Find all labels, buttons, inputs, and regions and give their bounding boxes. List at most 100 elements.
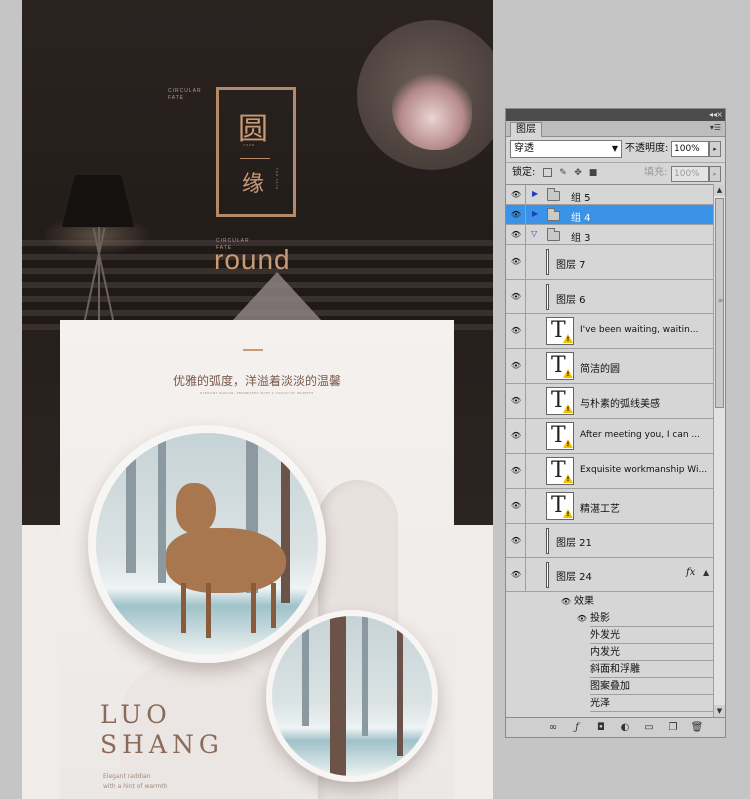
panel-menu-icon[interactable]: ▾☰: [710, 123, 721, 132]
visibility-eye-icon[interactable]: 👁: [509, 359, 523, 373]
new-group-icon[interactable]: ▭: [642, 721, 656, 735]
layer-row-text[interactable]: 👁 T! 简洁的圆: [506, 349, 713, 384]
layer-name: 图层 21: [556, 538, 592, 549]
layer-name: 组 3: [571, 233, 591, 244]
visibility-eye-icon[interactable]: 👁: [509, 568, 523, 582]
fx-icon[interactable]: fx: [686, 567, 695, 578]
blend-mode-select[interactable]: 穿透 ▼: [510, 140, 622, 158]
layer-row-layer-24[interactable]: 👁 图层 24 fx ▲: [506, 558, 713, 592]
visibility-eye-icon[interactable]: 👁: [509, 228, 523, 242]
fill-label: 填充:: [644, 167, 668, 178]
visibility-eye-icon[interactable]: 👁: [509, 429, 523, 443]
deer-plate-large: [88, 425, 326, 663]
eye-divider: [525, 454, 526, 488]
effect-row-outer-glow[interactable]: 外发光: [506, 627, 713, 644]
effects-toggle-icon[interactable]: ▲: [703, 568, 709, 577]
effect-row-satin[interactable]: 光泽: [506, 695, 713, 712]
deer-leg: [206, 583, 211, 638]
visibility-eye-icon[interactable]: 👁: [509, 534, 523, 548]
add-style-icon[interactable]: ƒ: [570, 721, 584, 735]
lock-transparency-icon[interactable]: [543, 168, 552, 177]
effect-row-drop-shadow[interactable]: 👁 投影: [506, 610, 713, 627]
brand-sub-2: with a hint of warmth: [103, 783, 168, 790]
layer-row-text[interactable]: 👁 T! I've been waiting, waitin...: [506, 314, 713, 349]
tree: [158, 433, 166, 583]
text-layer-thumbnail: T!: [546, 457, 574, 485]
deer-leg: [181, 583, 186, 633]
tag-tiny-right: THE FATE: [275, 168, 279, 191]
visibility-eye-icon[interactable]: 👁: [509, 255, 523, 269]
opacity-label: 不透明度:: [625, 143, 669, 154]
effect-eye-icon[interactable]: 👁: [576, 610, 588, 627]
effects-header-row[interactable]: 👁 效果: [506, 593, 713, 610]
layer-row-layer-21[interactable]: 👁 图层 21: [506, 524, 713, 558]
layer-name: After meeting you, I can ...: [580, 430, 701, 440]
text-layer-thumbnail: T!: [546, 352, 574, 380]
delete-layer-icon[interactable]: 🗑: [690, 721, 704, 735]
brand-line-2: SHANG: [100, 730, 224, 759]
scroll-thumb[interactable]: ≡: [715, 198, 724, 408]
layer-thumbnail: [546, 284, 549, 310]
scroll-up-icon[interactable]: ▲: [714, 184, 725, 196]
visibility-eye-icon[interactable]: 👁: [509, 464, 523, 478]
layer-row-group-4[interactable]: 👁 ▶ 组 4: [506, 205, 713, 225]
plate-artwork: [272, 616, 432, 776]
layer-row-text[interactable]: 👁 T! Exquisite workmanship Wi...: [506, 454, 713, 489]
collapse-triangle-icon[interactable]: ▽: [531, 229, 537, 238]
lock-label: 锁定:: [512, 167, 536, 178]
new-layer-icon[interactable]: ❐: [666, 721, 680, 735]
eye-divider: [525, 349, 526, 383]
text-layer-thumbnail: T!: [546, 492, 574, 520]
layer-row-text[interactable]: 👁 T! After meeting you, I can ...: [506, 419, 713, 454]
folder-icon: [547, 188, 560, 201]
link-layers-icon[interactable]: ∞: [546, 721, 560, 735]
tab-layers[interactable]: 图层: [510, 122, 542, 137]
layer-row-group-3[interactable]: 👁 ▽ 组 3: [506, 225, 713, 245]
visibility-eye-icon[interactable]: 👁: [509, 290, 523, 304]
layer-row-group-5[interactable]: 👁 ▶ 组 5: [506, 185, 713, 205]
eye-divider: [525, 185, 526, 204]
eye-divider: [525, 558, 526, 591]
layer-name: 图层 7: [556, 260, 586, 271]
close-icon[interactable]: ×: [716, 109, 723, 121]
expand-triangle-icon[interactable]: ▶: [532, 209, 538, 218]
grip-icon: ≡: [718, 297, 724, 304]
product-section: 优雅的弧度，洋溢着淡淡的温馨 ELEGANT RADIAN, PERMEATES…: [60, 320, 454, 799]
scroll-down-icon[interactable]: ▼: [714, 705, 725, 717]
layer-name: 精湛工艺: [580, 504, 620, 515]
visibility-eye-icon[interactable]: 👁: [509, 208, 523, 222]
effect-row-bevel-emboss[interactable]: 斜面和浮雕: [506, 661, 713, 678]
visibility-eye-icon[interactable]: 👁: [509, 394, 523, 408]
layer-row-text[interactable]: 👁 T! 精湛工艺: [506, 489, 713, 524]
visibility-eye-icon[interactable]: 👁: [509, 324, 523, 338]
effect-row-inner-glow[interactable]: 内发光: [506, 644, 713, 661]
fill-input[interactable]: 100%: [671, 166, 709, 182]
visibility-eye-icon[interactable]: 👁: [509, 499, 523, 513]
opacity-input[interactable]: 100%: [671, 141, 709, 157]
layer-row-layer-7[interactable]: 👁 图层 7: [506, 245, 713, 280]
fill-slider-button[interactable]: ▸: [709, 166, 721, 182]
lock-brush-icon[interactable]: ✎: [558, 168, 568, 178]
visibility-eye-icon[interactable]: 👁: [509, 188, 523, 202]
document-canvas[interactable]: CIRCULAR FATE 圆 YUAN 缘 THE FATE CIRCULAR…: [22, 0, 493, 799]
effect-row-pattern-overlay[interactable]: 图案叠加: [506, 678, 713, 695]
add-mask-icon[interactable]: ◘: [594, 721, 608, 735]
lock-all-icon[interactable]: ■: [588, 168, 598, 178]
layer-name: 与朴素的弧线美感: [580, 399, 660, 410]
layer-name: 组 5: [571, 193, 591, 204]
layer-row-layer-6[interactable]: 👁 图层 6: [506, 280, 713, 314]
chevron-down-icon: ▼: [611, 144, 618, 153]
lock-move-icon[interactable]: ✥: [573, 168, 583, 178]
text-layer-icon: T: [551, 353, 566, 378]
layers-scrollbar[interactable]: ▲ ≡ ▼: [713, 184, 725, 717]
effects-label: 效果: [574, 596, 594, 607]
adjustment-layer-icon[interactable]: ◐: [618, 721, 632, 735]
round-headline: round: [214, 244, 291, 275]
opacity-slider-button[interactable]: ▸: [709, 141, 721, 157]
deer-leg: [251, 583, 256, 633]
layer-row-text[interactable]: 👁 T! 与朴素的弧线美感: [506, 384, 713, 419]
panel-titlebar[interactable]: ◂◂ ×: [506, 109, 725, 121]
expand-triangle-icon[interactable]: ▶: [532, 189, 538, 198]
effects-eye-icon[interactable]: 👁: [560, 593, 572, 610]
eye-divider: [525, 225, 526, 244]
